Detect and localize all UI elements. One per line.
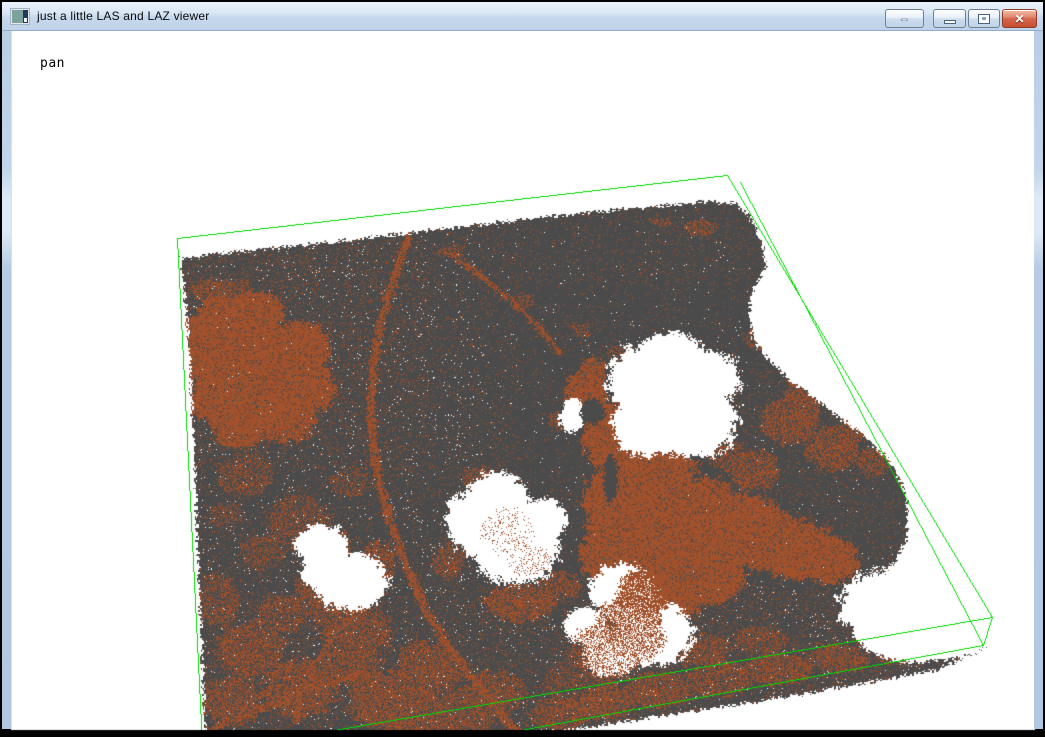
resize-toggle-button[interactable]: ⇔ [885, 9, 924, 28]
window-border-left[interactable] [2, 30, 11, 729]
pan-mode-label: pan [40, 56, 65, 71]
close-button[interactable]: ✕ [1002, 9, 1037, 28]
maximize-icon [978, 14, 990, 24]
app-window-icon[interactable] [11, 9, 29, 24]
window-controls: ⇔ ✕ [885, 9, 1037, 28]
window-border-right[interactable] [1034, 30, 1043, 729]
point-cloud-viewport[interactable] [0, 0, 1045, 737]
window-title: just a little LAS and LAZ viewer [37, 9, 209, 23]
maximize-button[interactable] [968, 9, 1000, 28]
close-icon: ✕ [1014, 12, 1024, 26]
arrows-icon: ⇔ [898, 12, 911, 25]
desktop: { "window": { "title": "just a little LA… [0, 0, 1045, 737]
minimize-button[interactable] [933, 9, 966, 28]
minimize-icon [944, 20, 956, 24]
